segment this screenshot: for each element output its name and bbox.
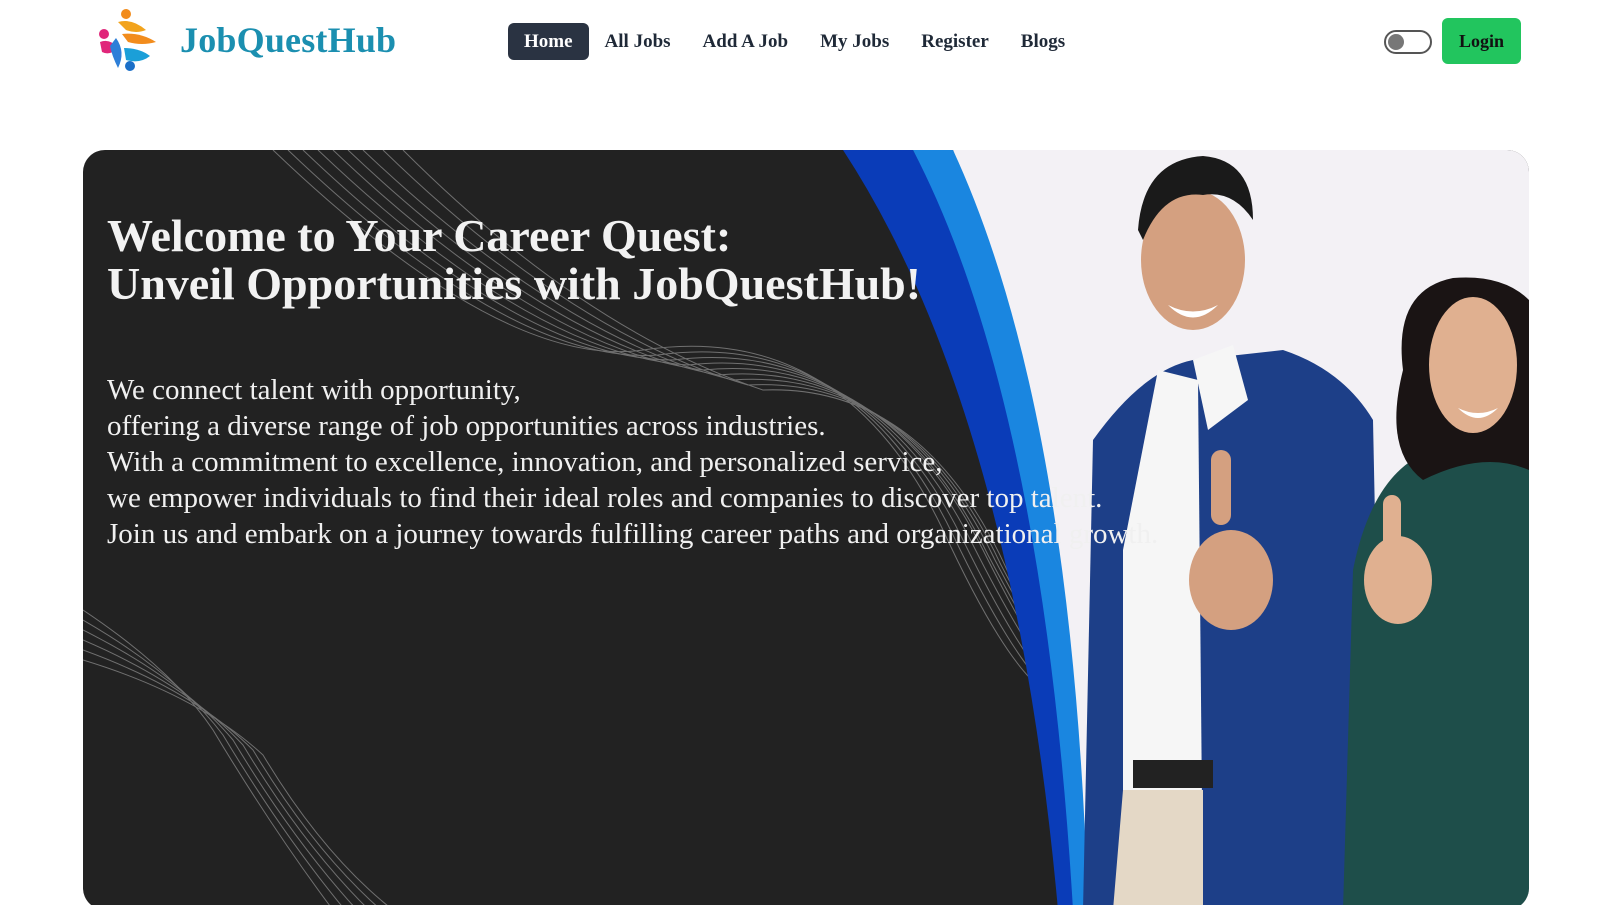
nav-register[interactable]: Register	[905, 23, 1005, 60]
login-button[interactable]: Login	[1442, 18, 1521, 64]
theme-toggle[interactable]	[1384, 30, 1432, 54]
hero-title-line: Unveil Opportunities with JobQuestHub!	[107, 258, 922, 309]
hero-title-line: Welcome to Your Career Quest:	[107, 210, 732, 261]
nav-blogs[interactable]: Blogs	[1005, 23, 1081, 60]
hero-title: Welcome to Your Career Quest: Unveil Opp…	[107, 212, 921, 308]
people-swirl-logo-icon	[99, 9, 156, 71]
hero-text-line: offering a diverse range of job opportun…	[107, 410, 826, 442]
nav-all-jobs[interactable]: All Jobs	[589, 23, 687, 60]
wave-lines-bottom	[83, 609, 388, 905]
nav-home[interactable]: Home	[508, 23, 589, 60]
brand-link[interactable]: JobQuestHub	[96, 8, 396, 72]
hero-description: We connect talent with opportunity, offe…	[107, 372, 1158, 552]
navbar: JobQuestHub Home All Jobs Add A Job My J…	[0, 0, 1598, 82]
hero-text-line: Join us and embark on a journey towards …	[107, 518, 1159, 550]
hero-text-line: With a commitment to excellence, innovat…	[107, 446, 943, 478]
hero-text-line: we empower individuals to find their ide…	[107, 482, 1103, 514]
main-nav: Home All Jobs Add A Job My Jobs Register…	[508, 23, 1081, 60]
hero-banner: Welcome to Your Career Quest: Unveil Opp…	[83, 150, 1529, 905]
nav-my-jobs[interactable]: My Jobs	[804, 23, 905, 60]
brand-name: JobQuestHub	[180, 20, 397, 60]
nav-add-a-job[interactable]: Add A Job	[687, 23, 805, 60]
toggle-knob	[1388, 34, 1404, 50]
hero-text-line: We connect talent with opportunity,	[107, 374, 521, 406]
